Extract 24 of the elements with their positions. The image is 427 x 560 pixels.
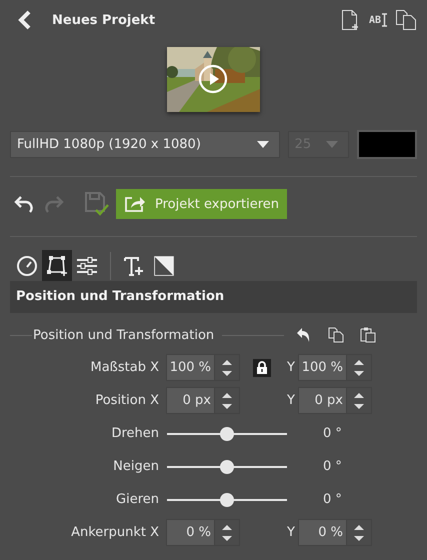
resolution-dropdown[interactable]: FullHD 1080p (1920 x 1080) — [10, 131, 280, 158]
export-button[interactable]: Projekt exportieren — [116, 189, 288, 219]
section-header: Position und Transformation — [10, 281, 417, 313]
y-label: Y — [286, 393, 296, 408]
number-field[interactable]: 0 % — [166, 519, 215, 546]
project-title: Neues Projekt — [52, 12, 156, 28]
slider-value: 0 ° — [323, 459, 342, 474]
field-label: Ankerpunkt X — [70, 525, 160, 540]
number-field[interactable]: 0 % — [298, 519, 347, 546]
number-field[interactable]: 0 px — [298, 387, 347, 414]
slider-value: 0 ° — [323, 426, 342, 441]
rename-button[interactable]: AB — [368, 13, 387, 27]
field-label: Position X — [94, 393, 160, 408]
number-field[interactable]: 100 % — [298, 354, 347, 381]
field-label: Neigen — [112, 459, 160, 474]
y-label: Y — [286, 360, 296, 375]
field-label: Drehen — [110, 426, 160, 441]
number-field[interactable]: 100 % — [166, 354, 215, 381]
field-label: Gieren — [115, 492, 160, 507]
slider-value: 0 ° — [323, 492, 342, 507]
field-label: Maßstab X — [90, 360, 160, 375]
group-title: Position und Transformation — [33, 328, 214, 342]
y-label: Y — [286, 525, 296, 540]
number-field[interactable]: 0 px — [166, 387, 215, 414]
